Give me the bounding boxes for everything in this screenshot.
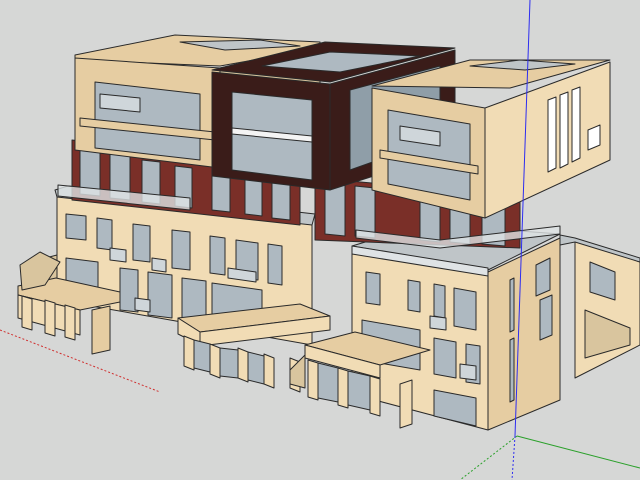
upper-right-box-side-window <box>587 124 601 151</box>
blue-axis-dotted <box>511 435 516 480</box>
green-axis-solid <box>516 435 640 469</box>
upper-right-box-louvers <box>547 86 581 173</box>
middle-portico-glass <box>193 339 265 385</box>
building-model <box>0 0 640 480</box>
sketchup-3d-viewport[interactable] <box>0 0 640 480</box>
red-axis-dotted <box>0 329 161 393</box>
green-axis-dotted <box>459 435 518 480</box>
